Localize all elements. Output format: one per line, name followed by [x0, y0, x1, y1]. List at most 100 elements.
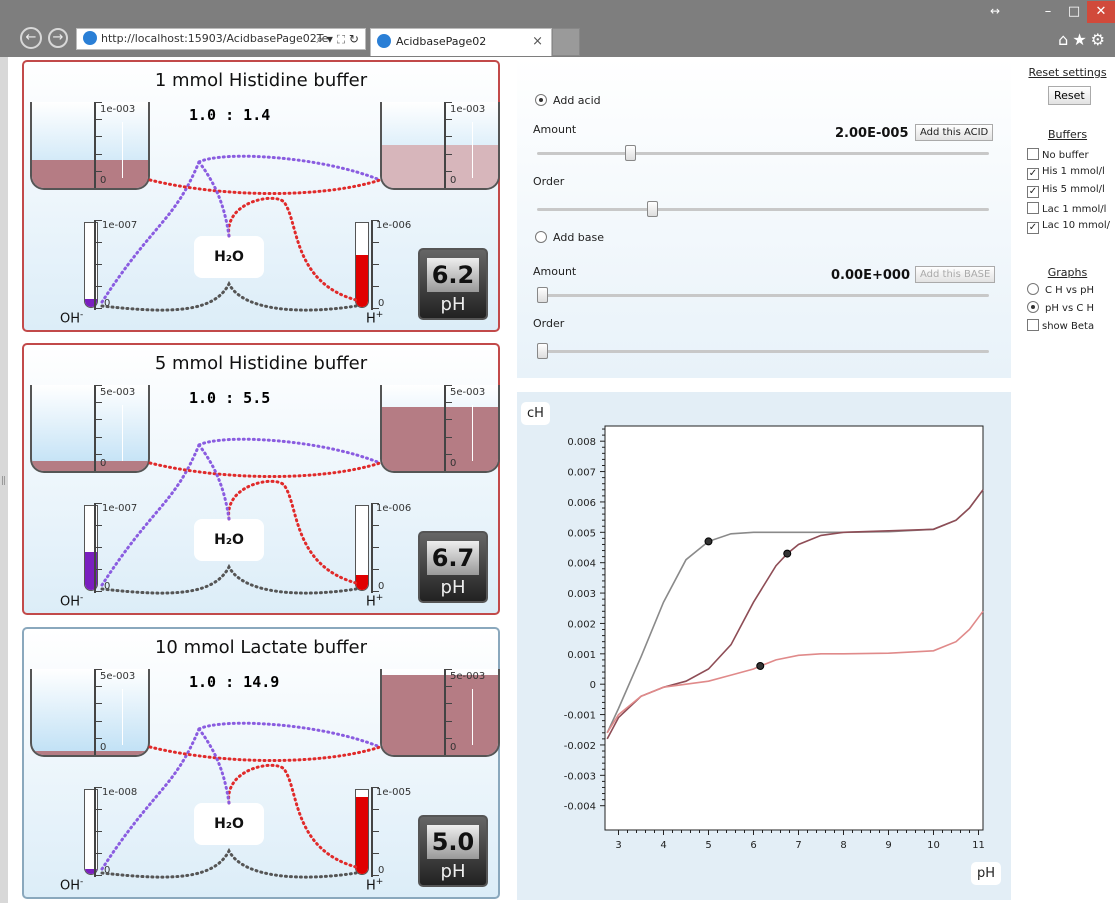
acid-amount-slider-track[interactable] — [537, 152, 989, 155]
reaction-paths — [100, 721, 382, 879]
buffer-panel: 5 mmol Histidine buffer 1.0 : 5.5 5e-003 0 5… — [22, 343, 500, 615]
x-tick-label: 8 — [840, 840, 846, 851]
browser-chrome: ← → http://localhost:15903/AcidbasePage0… — [0, 0, 1115, 57]
chart-svg: -0.004 -0.003 -0.002 -0.001 0 0.001 0.002 0.003… — [564, 425, 985, 851]
base-amount-label: Amount — [533, 265, 577, 278]
graph-radio-dot[interactable] — [1027, 283, 1039, 295]
series-marker — [756, 661, 765, 670]
graph-radio[interactable]: C H vs pH — [1027, 283, 1094, 296]
acid-amount-slider-thumb[interactable] — [625, 145, 636, 161]
x-tick-label: 6 — [750, 840, 756, 851]
series-marker — [783, 549, 792, 558]
splitter-grip-icon: ǁ — [1, 475, 6, 486]
water-path — [100, 280, 358, 312]
add-acid-button[interactable]: Add this ACID — [915, 124, 994, 141]
buffer-checkbox-label: His 5 mmol/l — [1042, 184, 1105, 195]
add-acid-label: Add acid — [553, 94, 601, 107]
maximize-icon[interactable]: □ — [1061, 1, 1087, 23]
y-axis-label: cH — [521, 402, 550, 425]
check-mark-icon: ✓ — [1028, 168, 1038, 179]
add-base-radio[interactable]: Add base — [535, 231, 604, 244]
base-water-path — [197, 727, 231, 805]
base-arc — [197, 721, 382, 749]
acid-amount-label: Amount — [533, 123, 577, 136]
x-tick-label: 9 — [885, 840, 891, 851]
buffer-checkbox-box[interactable] — [1027, 202, 1039, 214]
series-marker — [704, 537, 713, 546]
home-icon[interactable]: ⌂ — [1058, 30, 1072, 49]
acid-order-slider-thumb[interactable] — [647, 201, 658, 217]
reset-settings-heading: Reset settings — [1028, 66, 1107, 79]
tab-title: AcidbasePage02 — [396, 35, 487, 48]
tab-acidbasepage02[interactable]: AcidbasePage02 × — [370, 28, 552, 56]
y-tick-label: 0 — [590, 680, 596, 691]
y-tick-label: 0.005 — [567, 528, 596, 539]
base-order-slider-track[interactable] — [537, 350, 989, 353]
buffer-checkbox-box[interactable]: ✓ — [1027, 168, 1039, 180]
y-tick-label: 0.008 — [567, 437, 596, 448]
buffer-checkbox[interactable]: Lac 1 mmol/l — [1027, 202, 1106, 215]
base-amount-slider-thumb[interactable] — [537, 287, 548, 303]
address-bar[interactable]: http://localhost:15903/AcidbasePage02Te ⌕… — [76, 28, 366, 50]
left-splitter[interactable]: ǁ — [0, 57, 8, 903]
base-water-path — [197, 443, 231, 521]
base-amount-slider-track[interactable] — [537, 294, 989, 297]
add-acid-radio[interactable]: Add acid — [535, 94, 601, 107]
acid-order-slider-track[interactable] — [537, 208, 989, 211]
url-text: http://localhost:15903/AcidbasePage02Te — [101, 32, 329, 45]
graph-radio-dot[interactable] — [1027, 301, 1039, 313]
base-order-label: Order — [533, 317, 565, 330]
show-beta-box[interactable] — [1027, 319, 1039, 331]
graphs-heading: Graphs — [1047, 266, 1088, 279]
new-tab-button[interactable] — [552, 28, 580, 56]
buffer-checkbox-label: Lac 1 mmol/l — [1042, 204, 1107, 215]
reaction-paths — [100, 154, 382, 312]
buffer-checkbox[interactable]: ✓ Lac 10 mmol/ — [1027, 220, 1110, 234]
controls-panel: Add acid Amount 2.00E-005 Add this ACID … — [517, 58, 1011, 378]
back-icon[interactable]: ← — [20, 27, 42, 49]
graph-radio-label: pH vs C H — [1045, 303, 1095, 314]
water-path — [100, 563, 358, 595]
buffer-checkbox-label: No buffer — [1042, 150, 1089, 161]
reset-button[interactable]: Reset — [1048, 86, 1091, 105]
acid-arc — [148, 461, 382, 478]
acid-order-label: Order — [533, 175, 565, 188]
y-tick-label: 0.001 — [567, 650, 596, 661]
ie-logo-icon — [83, 31, 97, 45]
buffer-panel: 10 mmol Lactate buffer 1.0 : 14.9 5e-003 0 5… — [22, 627, 500, 899]
buffer-checkbox[interactable]: ✓ His 5 mmol/l — [1027, 184, 1105, 198]
add-acid-radio-dot[interactable] — [535, 94, 547, 106]
base-order-slider-thumb[interactable] — [537, 343, 548, 359]
acid-arc — [148, 745, 382, 762]
graph-radio[interactable]: pH vs C H — [1027, 301, 1094, 314]
x-tick-label: 4 — [660, 840, 666, 851]
forward-icon[interactable]: → — [48, 28, 68, 48]
resize-icon[interactable]: ↔ — [990, 4, 1000, 18]
toolbar-icons: ⌂★⚙ — [1058, 30, 1109, 49]
titration-chart: -0.004 -0.003 -0.002 -0.001 0 0.001 0.002 0.003… — [517, 392, 1011, 900]
minimize-icon[interactable]: – — [1035, 1, 1061, 23]
buffer-checkbox-box[interactable]: ✓ — [1027, 186, 1039, 198]
buffer-checkbox[interactable]: ✓ His 1 mmol/l — [1027, 166, 1105, 180]
show-beta-checkbox[interactable]: show Beta — [1027, 319, 1094, 332]
tab-close-icon[interactable]: × — [532, 29, 543, 55]
y-tick-label: 0.002 — [567, 619, 596, 630]
settings-gear-icon[interactable]: ⚙ — [1091, 30, 1109, 49]
show-beta-label: show Beta — [1042, 321, 1095, 332]
buffer-checkbox-box[interactable] — [1027, 148, 1039, 160]
buffers-heading: Buffers — [1047, 128, 1088, 141]
base-arc — [197, 437, 382, 465]
favorites-star-icon[interactable]: ★ — [1072, 30, 1090, 49]
graph-radio-label: C H vs pH — [1045, 285, 1095, 296]
address-bar-tools[interactable]: ⌕ ▾ ⛶ ↻ — [316, 29, 359, 49]
add-base-button[interactable]: Add this BASE — [915, 266, 996, 283]
acid-path — [227, 196, 358, 302]
buffer-checkbox[interactable]: No buffer — [1027, 148, 1089, 161]
y-tick-label: 0.004 — [567, 559, 596, 570]
y-tick-label: -0.001 — [564, 711, 596, 722]
acid-amount-value: 2.00E-005 — [835, 126, 909, 141]
check-mark-icon: ✓ — [1028, 222, 1038, 233]
add-base-radio-dot[interactable] — [535, 231, 547, 243]
close-window-icon[interactable]: ✕ — [1087, 1, 1115, 23]
buffer-checkbox-box[interactable]: ✓ — [1027, 222, 1039, 234]
